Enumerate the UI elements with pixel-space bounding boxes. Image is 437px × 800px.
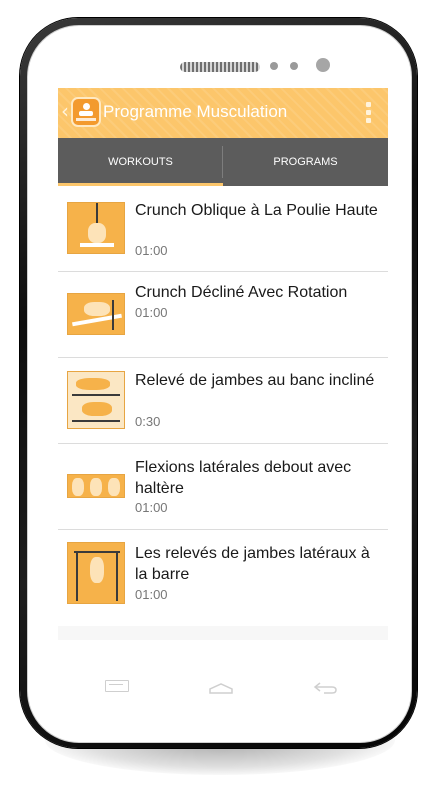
list-item[interactable]: Crunch Décliné Avec Rotation 01:00 <box>58 272 388 358</box>
workout-duration: 01:00 <box>135 587 168 602</box>
list-item[interactable]: Relevé de jambes au banc incliné 0:30 <box>58 358 388 444</box>
app-title: Programme Musculation <box>103 102 288 121</box>
workout-list: Crunch Oblique à La Poulie Haute 01:00 C… <box>58 186 388 626</box>
workout-title: Relevé de jambes au banc incliné <box>135 372 375 389</box>
exercise-thumbnail <box>67 542 125 604</box>
workout-title: Les relevés de jambes latéraux à la barr… <box>135 545 370 583</box>
workout-duration: 01:00 <box>135 500 168 515</box>
exercise-thumbnail <box>67 371 125 429</box>
sensor-dot <box>290 62 298 70</box>
workout-title: Flexions latérales debout avec haltère <box>135 459 352 497</box>
workout-duration: 01:00 <box>135 243 168 258</box>
back-icon[interactable] <box>312 680 338 694</box>
front-camera <box>316 58 330 72</box>
sensor-dot <box>270 62 278 70</box>
home-icon[interactable] <box>208 680 234 694</box>
list-item[interactable]: Crunch Oblique à La Poulie Haute 01:00 <box>58 186 388 272</box>
overflow-menu-icon[interactable] <box>366 102 372 124</box>
workout-title: Crunch Oblique à La Poulie Haute <box>135 202 378 219</box>
list-item[interactable]: Les relevés de jambes latéraux à la barr… <box>58 530 388 616</box>
workout-title: Crunch Décliné Avec Rotation <box>135 284 348 301</box>
exercise-thumbnail <box>67 202 125 254</box>
tab-bar: WORKOUTS PROGRAMS <box>58 138 388 187</box>
exercise-thumbnail <box>67 293 125 335</box>
up-navigation-icon[interactable]: ‹ <box>61 101 69 121</box>
earpiece-speaker <box>180 62 260 72</box>
exercise-thumbnail <box>67 474 125 498</box>
recent-apps-icon[interactable] <box>105 680 129 692</box>
list-item[interactable]: Flexions latérales debout avec haltère 0… <box>58 444 388 530</box>
workout-duration: 01:00 <box>135 305 168 320</box>
app-screen: ‹ Programme Musculation WORKOUTS PROGRAM… <box>58 88 388 640</box>
tab-workouts[interactable]: WORKOUTS <box>58 138 223 186</box>
workout-duration: 0:30 <box>135 414 161 429</box>
app-logo-icon[interactable] <box>71 97 101 127</box>
tab-programs[interactable]: PROGRAMS <box>223 138 388 186</box>
action-bar: ‹ Programme Musculation <box>58 88 388 138</box>
